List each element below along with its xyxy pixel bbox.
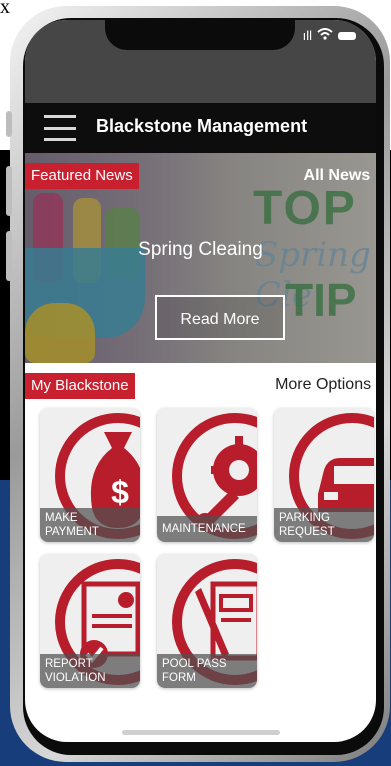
article-title: Spring Cleaing: [138, 239, 263, 260]
featured-news-banner[interactable]: TOP Spring Cle TIP Featured News All New…: [25, 153, 376, 363]
menu-icon[interactable]: [44, 115, 76, 141]
tile-label: REPORT VIOLATION: [40, 654, 140, 688]
parking-request-tile[interactable]: PARKING REQUEST: [274, 408, 374, 542]
home-indicator[interactable]: [122, 730, 280, 735]
status-icons: ıll: [303, 28, 356, 43]
report-violation-tile[interactable]: REPORT VIOLATION: [40, 554, 140, 688]
more-options-link[interactable]: More Options :: [275, 376, 376, 394]
svg-text:$: $: [111, 474, 129, 510]
tile-label: MAKE PAYMENT: [40, 508, 140, 542]
featured-news-label: Featured News: [25, 163, 139, 189]
app-title: Blackstone Management: [96, 116, 308, 136]
pool-pass-form-tile[interactable]: POOL PASS FORM: [157, 554, 257, 688]
app-screen: ıll Blackstone Management TOP Spring Cle…: [25, 20, 376, 742]
read-more-button[interactable]: Read More: [155, 295, 285, 340]
tile-label: POOL PASS FORM: [157, 654, 257, 688]
phone-volume-up-button: [6, 166, 12, 216]
wifi-icon: [317, 28, 333, 43]
make-payment-tile[interactable]: $ MAKE PAYMENT: [40, 408, 140, 542]
app-header: Blackstone Management: [25, 103, 376, 153]
tile-label: MAINTENANCE: [157, 516, 257, 542]
maintenance-tile[interactable]: MAINTENANCE: [157, 408, 257, 542]
phone-side-button: [6, 111, 12, 137]
my-blackstone-title: My Blackstone: [25, 373, 135, 399]
tile-label: PARKING REQUEST: [274, 508, 374, 542]
signal-icon: ıll: [302, 28, 312, 43]
page-corner-text: x: [0, 0, 10, 18]
phone-volume-down-button: [6, 231, 12, 281]
phone-notch: [105, 20, 295, 50]
all-news-link[interactable]: All News :: [304, 167, 376, 185]
battery-icon: [338, 31, 356, 40]
